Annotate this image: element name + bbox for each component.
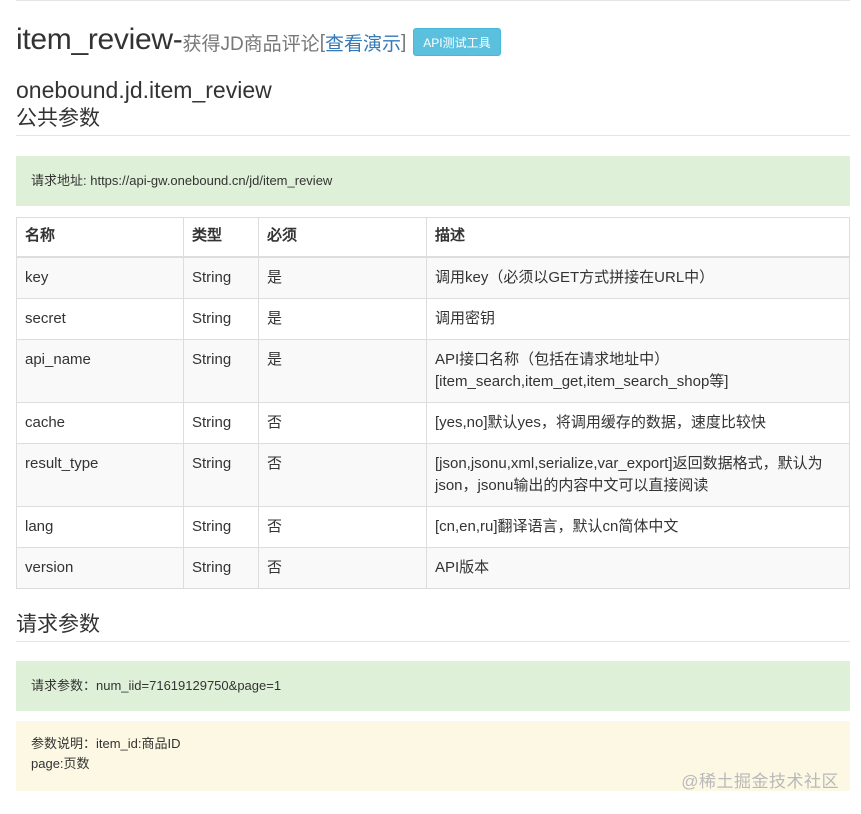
doc-page: item_review- 获得JD商品评论 [ 查看演示 ] API测试工具 o… <box>16 20 850 791</box>
param-type: String <box>183 298 259 340</box>
bracket-close: ] <box>400 31 407 53</box>
request-url-text: 请求地址: https://api-gw.onebound.cn/jd/item… <box>31 173 333 188</box>
table-header-row: 名称 类型 必须 描述 <box>16 217 850 258</box>
table-row: api_name String 是 API接口名称（包括在请求地址中）[item… <box>16 339 850 403</box>
table-row: result_type String 否 [json,jsonu,xml,ser… <box>16 443 850 507</box>
column-header-required: 必须 <box>258 217 427 258</box>
param-description: API版本 <box>426 547 850 589</box>
param-description: 调用密钥 <box>426 298 850 340</box>
method-name: onebound.jd.item_review <box>16 77 272 103</box>
api-title: item_review- <box>16 23 183 56</box>
view-demo-link[interactable]: 查看演示 <box>325 29 401 56</box>
request-params-text: 请求参数：num_iid=71619129750&page=1 <box>31 678 282 693</box>
params-description-line: 参数说明：item_id:商品ID <box>31 736 181 751</box>
table-row: key String 是 调用key（必须以GET方式拼接在URL中） <box>16 256 850 299</box>
param-type: String <box>183 506 259 548</box>
param-description: [cn,en,ru]翻译语言，默认cn简体中文 <box>426 506 850 548</box>
column-header-type: 类型 <box>183 217 259 258</box>
param-description: [json,jsonu,xml,serialize,var_export]返回数… <box>426 443 850 507</box>
api-subtitle: 获得JD商品评论 <box>182 34 320 55</box>
param-type: String <box>183 547 259 589</box>
request-params-alert: 请求参数：num_iid=71619129750&page=1 <box>16 661 850 711</box>
param-name: cache <box>16 402 184 444</box>
request-params-heading: 请求参数 <box>16 611 850 642</box>
param-required: 是 <box>258 339 427 403</box>
public-params-table: 名称 类型 必须 描述 key String 是 调用key（必须以GET方式拼… <box>16 217 850 589</box>
table-row: version String 否 API版本 <box>16 547 850 589</box>
param-name: api_name <box>16 339 184 403</box>
table-row: secret String 是 调用密钥 <box>16 298 850 340</box>
param-name: result_type <box>16 443 184 507</box>
table-row: cache String 否 [yes,no]默认yes，将调用缓存的数据，速度… <box>16 402 850 444</box>
param-type: String <box>183 256 259 299</box>
param-required: 是 <box>258 256 427 299</box>
param-description: 调用key（必须以GET方式拼接在URL中） <box>426 256 850 299</box>
api-test-tool-button[interactable]: API测试工具 <box>413 28 501 56</box>
param-type: String <box>183 443 259 507</box>
param-description: [yes,no]默认yes，将调用缓存的数据，速度比较快 <box>426 402 850 444</box>
param-name: lang <box>16 506 184 548</box>
column-header-description: 描述 <box>426 217 850 258</box>
param-type: String <box>183 339 259 403</box>
top-divider <box>16 0 850 1</box>
param-required: 否 <box>258 506 427 548</box>
param-required: 否 <box>258 402 427 444</box>
table-row: lang String 否 [cn,en,ru]翻译语言，默认cn简体中文 <box>16 506 850 548</box>
param-required: 否 <box>258 443 427 507</box>
param-required: 否 <box>258 547 427 589</box>
page-title: item_review- 获得JD商品评论 [ 查看演示 ] API测试工具 <box>16 20 850 60</box>
param-description: API接口名称（包括在请求地址中）[item_search,item_get,i… <box>426 339 850 403</box>
param-name: secret <box>16 298 184 340</box>
watermark: @稀土掘金技术社区 <box>681 772 839 791</box>
column-header-name: 名称 <box>16 217 184 258</box>
param-name: key <box>16 256 184 299</box>
public-params-heading: 公共参数 <box>16 105 850 136</box>
param-name: version <box>16 547 184 589</box>
param-type: String <box>183 402 259 444</box>
request-url-alert: 请求地址: https://api-gw.onebound.cn/jd/item… <box>16 156 850 206</box>
param-required: 是 <box>258 298 427 340</box>
